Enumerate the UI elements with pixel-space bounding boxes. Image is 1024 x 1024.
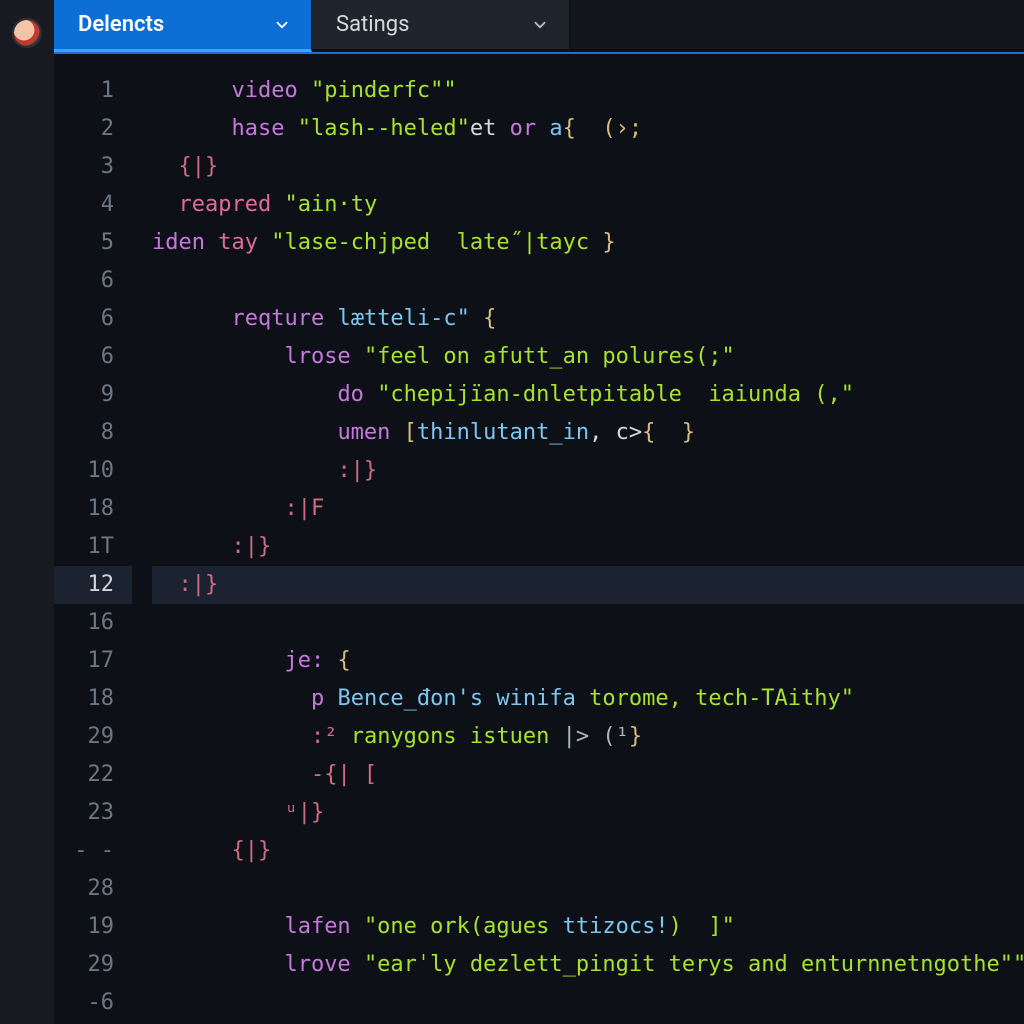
tab-bar: Delencts Satings [54,0,1024,52]
line-number-gutter: 123456669810181T12161718292223- -281929-… [54,54,132,1024]
activity-bar [0,0,54,1024]
tab-satings[interactable]: Satings [312,0,570,49]
tab-label: Satings [336,12,409,37]
tab-label: Delencts [78,12,164,37]
code-content[interactable]: video "pinderfc"" hase "lash--heled"et o… [132,54,1024,1024]
chevron-down-icon [273,16,291,34]
chevron-down-icon [531,16,549,34]
tab-delencts[interactable]: Delencts [54,0,312,52]
app-root: Delencts Satings 123456669810181T1216171… [0,0,1024,1024]
main-area: Delencts Satings 123456669810181T1216171… [54,0,1024,1024]
code-editor[interactable]: 123456669810181T12161718292223- -281929-… [54,52,1024,1024]
avatar[interactable] [12,18,42,48]
